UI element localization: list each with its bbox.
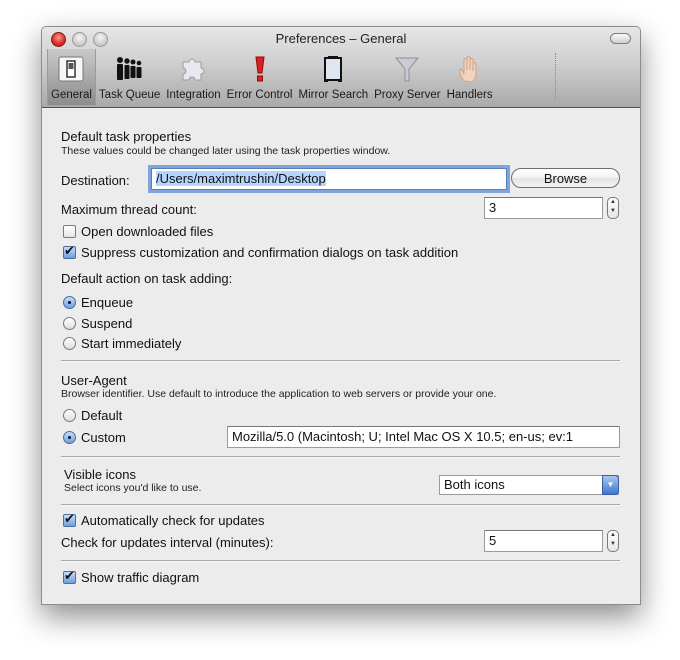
visible-icons-description: Select icons you'd like to use.: [64, 482, 202, 494]
destination-value: /Users/maximtrushin/Desktop: [156, 171, 326, 186]
toolbar-toggle-button[interactable]: [610, 33, 631, 44]
task-props-heading: Default task properties: [61, 129, 192, 144]
stepper-up-icon[interactable]: ▲: [608, 198, 618, 207]
divider: [61, 504, 620, 506]
radio-button[interactable]: [63, 337, 76, 350]
window-title: Preferences – General: [275, 31, 407, 46]
radio-button[interactable]: [63, 317, 76, 330]
checkbox-box[interactable]: [63, 225, 76, 238]
destination-label: Destination:: [61, 173, 130, 188]
tab-integration[interactable]: Integration: [163, 49, 223, 105]
thread-count-label: Maximum thread count:: [61, 202, 197, 217]
radio-button[interactable]: [63, 296, 76, 309]
radio-button[interactable]: [63, 431, 76, 444]
custom-user-agent-field[interactable]: Mozilla/5.0 (Macintosh; U; Intel Mac OS …: [227, 426, 620, 448]
update-interval-stepper[interactable]: ▲ ▼: [607, 530, 619, 552]
titlebar: Preferences – General General Task Queue…: [42, 27, 640, 108]
tab-mirror-search[interactable]: Mirror Search: [295, 49, 371, 105]
exclamation-icon: [244, 53, 276, 85]
general-switch-icon: [55, 53, 87, 85]
general-pane: Default task properties These values cou…: [42, 108, 640, 604]
thread-count-stepper[interactable]: ▲ ▼: [607, 197, 619, 219]
visible-icons-popup[interactable]: Both icons ▼: [439, 475, 619, 495]
mirror-icon: [317, 53, 349, 85]
tab-handlers[interactable]: Handlers: [444, 49, 496, 105]
checkbox-box[interactable]: [63, 511, 76, 527]
user-agent-description: Browser identifier. Use default to intro…: [61, 388, 497, 400]
radio-button[interactable]: [63, 409, 76, 422]
hand-icon: [454, 53, 486, 85]
toolbar: General Task Queue Integration Error Con…: [47, 49, 496, 107]
stepper-down-icon[interactable]: ▼: [608, 207, 618, 216]
tab-error-control[interactable]: Error Control: [224, 49, 296, 105]
stepper-up-icon[interactable]: ▲: [608, 531, 618, 540]
radio-ua-default[interactable]: Default: [63, 408, 122, 423]
tab-proxy-server[interactable]: Proxy Server: [371, 49, 443, 105]
chevron-down-icon[interactable]: ▼: [602, 475, 619, 495]
toolbar-separator: [555, 53, 556, 99]
thread-count-field[interactable]: 3: [484, 197, 603, 219]
browse-button[interactable]: Browse: [511, 168, 620, 188]
radio-ua-custom[interactable]: Custom: [63, 430, 126, 445]
people-queue-icon: [114, 53, 146, 85]
tab-task-queue[interactable]: Task Queue: [96, 49, 163, 105]
tab-general[interactable]: General: [47, 49, 96, 105]
update-interval-label: Check for updates interval (minutes):: [61, 535, 274, 550]
destination-field[interactable]: /Users/maximtrushin/Desktop: [151, 168, 507, 190]
radio-start-immediately[interactable]: Start immediately: [63, 336, 181, 351]
divider: [61, 560, 620, 562]
divider: [61, 360, 620, 362]
funnel-icon: [391, 53, 423, 85]
checkbox-box[interactable]: [63, 243, 76, 259]
show-traffic-checkbox[interactable]: Show traffic diagram: [63, 568, 199, 585]
update-interval-field[interactable]: 5: [484, 530, 603, 552]
stepper-down-icon[interactable]: ▼: [608, 540, 618, 549]
radio-suspend[interactable]: Suspend: [63, 316, 132, 331]
auto-check-updates-checkbox[interactable]: Automatically check for updates: [63, 511, 265, 528]
visible-icons-heading: Visible icons: [64, 467, 137, 482]
default-action-label: Default action on task adding:: [61, 271, 233, 286]
puzzle-piece-icon: [177, 53, 209, 85]
checkbox-box[interactable]: [63, 568, 76, 584]
suppress-dialogs-checkbox[interactable]: Suppress customization and confirmation …: [63, 243, 458, 260]
radio-enqueue[interactable]: Enqueue: [63, 295, 133, 310]
open-files-checkbox[interactable]: Open downloaded files: [63, 224, 213, 239]
preferences-window: Preferences – General General Task Queue…: [41, 26, 641, 605]
user-agent-heading: User-Agent: [61, 373, 127, 388]
task-props-description: These values could be changed later usin…: [61, 145, 391, 157]
divider: [61, 456, 620, 458]
